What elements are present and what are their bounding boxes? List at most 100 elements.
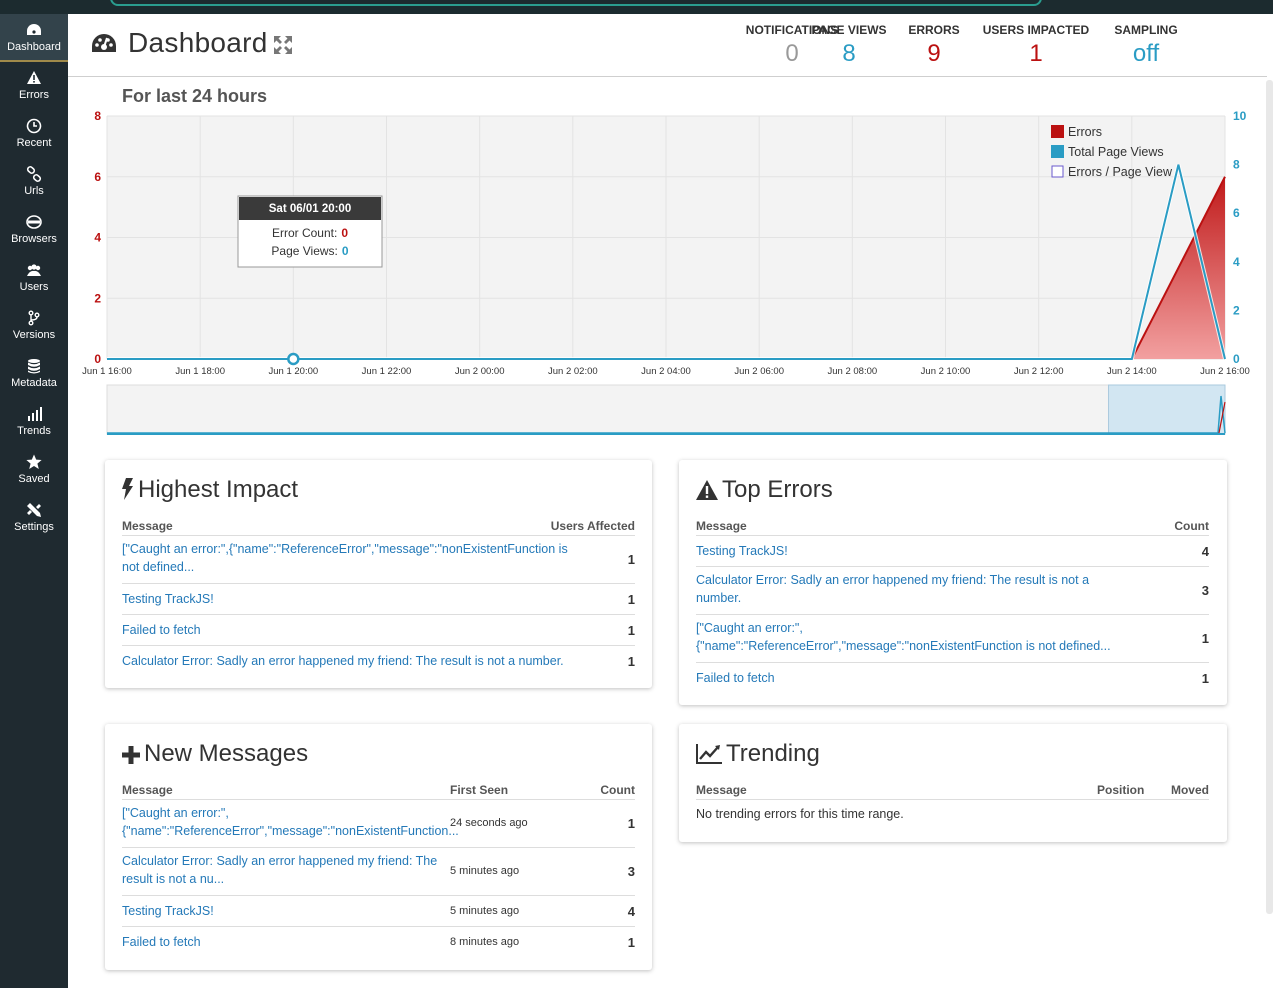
sidebar-item-label: Settings bbox=[14, 521, 54, 533]
table-row: ["Caught an error:",{"name":"ReferenceEr… bbox=[122, 536, 635, 584]
table-row: Calculator Error: Sadly an error happene… bbox=[122, 646, 635, 677]
table-row: Testing TrackJS! 4 bbox=[696, 536, 1209, 567]
x-tick-label: Jun 2 04:00 bbox=[641, 366, 691, 377]
users-icon bbox=[27, 264, 41, 276]
col-users-affected: Users Affected bbox=[550, 519, 635, 533]
x-tick-label: Jun 2 06:00 bbox=[734, 366, 784, 377]
error-message-link[interactable]: Calculator Error: Sadly an error happene… bbox=[122, 852, 450, 888]
col-message: Message bbox=[696, 783, 747, 797]
error-message-link[interactable]: ["Caught an error:",{"name":"ReferenceEr… bbox=[122, 804, 459, 840]
sidebar-item-recent[interactable]: Recent bbox=[0, 110, 68, 158]
sidebar-item-browsers[interactable]: Browsers bbox=[0, 206, 68, 254]
row-count: 1 bbox=[627, 591, 635, 607]
table-header: Message Users Affected bbox=[122, 514, 635, 536]
table-row: Testing TrackJS! 1 bbox=[122, 584, 635, 615]
browser-top-strip bbox=[0, 0, 1273, 14]
legend-label: Total Page Views bbox=[1068, 145, 1164, 159]
table-row: Testing TrackJS! 5 minutes ago 4 bbox=[122, 896, 635, 927]
tooltip-title: Sat 06/01 20:00 bbox=[269, 203, 351, 215]
sidebar-item-trends[interactable]: Trends bbox=[0, 398, 68, 446]
y-left-tick-label: 4 bbox=[94, 231, 101, 245]
col-count: Count bbox=[600, 783, 635, 797]
x-tick-label: Jun 1 20:00 bbox=[269, 366, 319, 377]
row-count: 1 bbox=[627, 552, 635, 567]
y-right-tick-label: 4 bbox=[1233, 255, 1240, 269]
col-count: Count bbox=[1174, 519, 1209, 533]
tooltip-pageviews-value: 0 bbox=[342, 244, 349, 258]
warning-icon bbox=[27, 71, 41, 84]
legend-label: Errors / Page View bbox=[1068, 165, 1173, 179]
first-seen: 8 minutes ago bbox=[450, 935, 520, 948]
x-tick-label: Jun 1 16:00 bbox=[82, 366, 132, 377]
star-icon bbox=[26, 454, 42, 469]
trending-panel: Trending Message Position Moved No trend… bbox=[679, 724, 1227, 842]
sidebar-item-saved[interactable]: Saved bbox=[0, 446, 68, 494]
y-right-tick-label: 6 bbox=[1233, 206, 1240, 220]
stat-users-impacted[interactable]: USERS IMPACTED 1 bbox=[979, 23, 1093, 68]
error-message-link[interactable]: Testing TrackJS! bbox=[696, 542, 1121, 560]
link-icon bbox=[26, 166, 42, 182]
error-message-link[interactable]: ["Caught an error:",{"name":"ReferenceEr… bbox=[122, 540, 572, 576]
legend-swatch bbox=[1051, 145, 1064, 158]
sidebar-item-label: Metadata bbox=[11, 377, 57, 389]
sidebar-item-label: Errors bbox=[19, 89, 49, 101]
tooltip-pageviews-line: Page Views: 0 bbox=[271, 244, 349, 258]
row-count: 1 bbox=[1201, 670, 1209, 686]
error-message-link[interactable]: Testing TrackJS! bbox=[122, 902, 450, 920]
x-tick-label: Jun 2 02:00 bbox=[548, 366, 598, 377]
sidebar-item-users[interactable]: Users bbox=[0, 254, 68, 302]
sidebar-item-label: Versions bbox=[12, 329, 56, 341]
database-icon bbox=[28, 359, 40, 374]
navigator-selection[interactable] bbox=[1108, 384, 1226, 435]
x-tick-label: Jun 1 22:00 bbox=[362, 366, 412, 377]
branch-icon bbox=[28, 310, 40, 326]
sidebar-item-versions[interactable]: Versions bbox=[0, 302, 68, 350]
highest-impact-table: Message Users Affected ["Caught an error… bbox=[122, 514, 635, 677]
dashboard-icon bbox=[27, 24, 41, 35]
new-messages-panel: New Messages Message First Seen Count ["… bbox=[105, 724, 652, 970]
stat-sampling[interactable]: SAMPLING off bbox=[1108, 23, 1184, 68]
top-errors-table: Message Count Testing TrackJS! 4 Calculato… bbox=[696, 514, 1209, 694]
sidebar: Dashboard Errors Recent Urls Browsers Users Ve… bbox=[0, 14, 68, 988]
sidebar-item-dashboard[interactable]: Dashboard bbox=[0, 14, 68, 62]
sidebar-item-label: Urls bbox=[24, 185, 44, 197]
row-count: 1 bbox=[627, 622, 635, 638]
stat-page-views[interactable]: PAGE VIEWS 8 bbox=[808, 23, 890, 68]
sidebar-item-label: Users bbox=[19, 281, 49, 293]
row-count: 1 bbox=[627, 816, 635, 831]
tools-icon bbox=[27, 503, 41, 517]
error-message-link[interactable]: Calculator Error: Sadly an error happene… bbox=[696, 571, 1121, 607]
error-message-link[interactable]: ["Caught an error:",{"name":"ReferenceEr… bbox=[696, 619, 1121, 655]
highest-impact-title: Highest Impact bbox=[122, 476, 298, 504]
sidebar-item-settings[interactable]: Settings bbox=[0, 494, 68, 542]
col-first-seen: First Seen bbox=[450, 783, 509, 797]
sidebar-item-errors[interactable]: Errors bbox=[0, 62, 68, 110]
y-right-tick-label: 8 bbox=[1233, 158, 1240, 172]
error-message-link[interactable]: Testing TrackJS! bbox=[122, 590, 572, 608]
sidebar-item-metadata[interactable]: Metadata bbox=[0, 350, 68, 398]
timeline-chart[interactable]: 0 2 4 6 8 0 2 4 6 8 10 Jun 1 16:00 Jun 1 18:00 Jun 1 … bbox=[76, 104, 1256, 439]
x-tick-label: Jun 2 14:00 bbox=[1107, 366, 1157, 377]
y-left-tick-label: 0 bbox=[94, 352, 101, 366]
error-message-link[interactable]: Failed to fetch bbox=[122, 621, 572, 639]
page-scrollbar[interactable] bbox=[1266, 80, 1273, 914]
x-tick-label: Jun 2 00:00 bbox=[455, 366, 505, 377]
top-errors-panel: Top Errors Message Count Testing TrackJS… bbox=[679, 460, 1227, 705]
y-left-tick-label: 2 bbox=[94, 291, 101, 305]
sidebar-item-label: Trends bbox=[17, 425, 51, 437]
sidebar-item-label: Recent bbox=[16, 137, 52, 149]
expand-icon[interactable] bbox=[272, 34, 294, 56]
clock-icon bbox=[26, 118, 42, 134]
error-message-link[interactable]: Failed to fetch bbox=[696, 669, 1121, 687]
error-message-link[interactable]: Failed to fetch bbox=[122, 933, 450, 951]
stat-errors[interactable]: ERRORS 9 bbox=[904, 23, 964, 68]
range-navigator bbox=[106, 384, 1226, 435]
empty-state-text: No trending errors for this time range. bbox=[696, 807, 904, 821]
sidebar-item-urls[interactable]: Urls bbox=[0, 158, 68, 206]
row-count: 1 bbox=[627, 653, 635, 669]
address-bar[interactable] bbox=[110, 0, 1042, 6]
error-message-link[interactable]: Calculator Error: Sadly an error happene… bbox=[122, 652, 572, 670]
table-row: Failed to fetch 1 bbox=[122, 615, 635, 646]
stat-value: 8 bbox=[842, 40, 856, 67]
table-row: Calculator Error: Sadly an error happene… bbox=[122, 848, 635, 896]
